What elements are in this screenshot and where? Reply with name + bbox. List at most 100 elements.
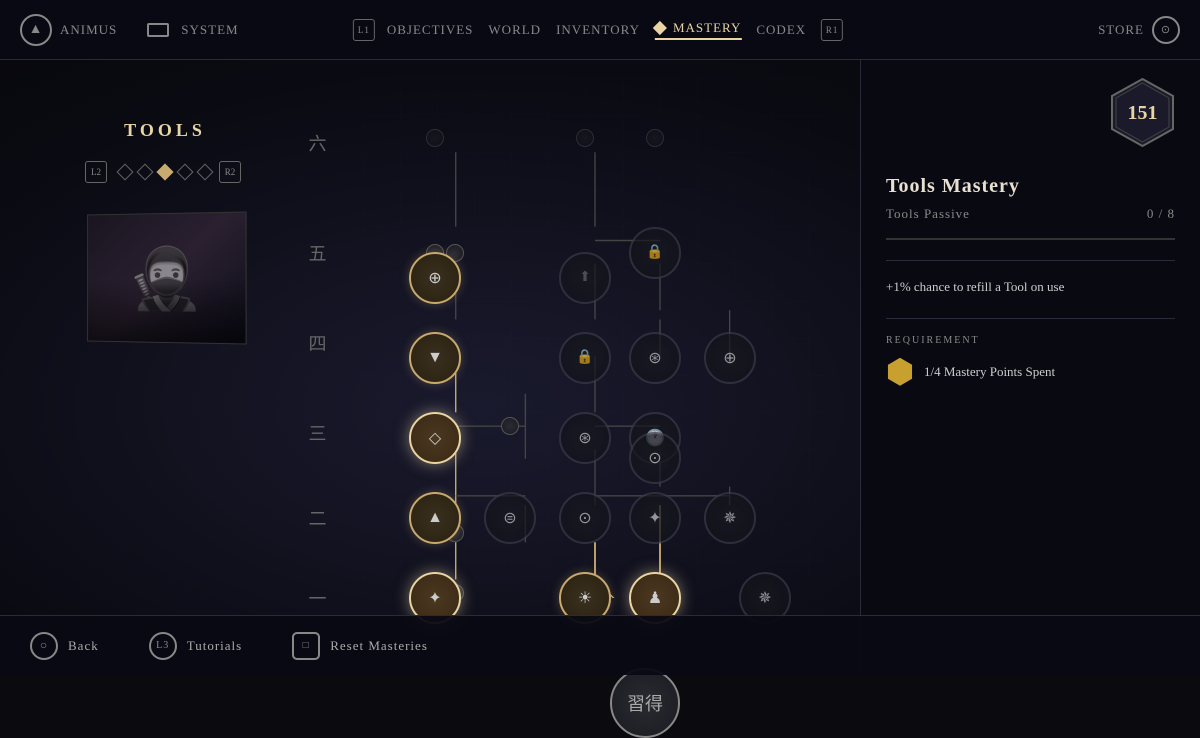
system-label: System (181, 22, 238, 38)
node-4-3[interactable]: ⊛ (629, 332, 681, 384)
l1-indicator: L1 (353, 19, 375, 41)
r1-indicator: R1 (821, 19, 843, 41)
node-3-1a[interactable] (501, 417, 519, 435)
objectives-label: Objectives (387, 22, 474, 38)
inventory-nav-item[interactable]: Inventory (556, 22, 640, 38)
node-5-1[interactable]: ⊕ (409, 252, 461, 304)
row-label-2: 二 (305, 493, 330, 543)
diamond-5[interactable] (197, 164, 214, 181)
node-3-2[interactable]: ⊛ (559, 412, 611, 464)
world-label: World (488, 22, 541, 38)
tutorials-button-icon: L3 (149, 632, 177, 660)
panel-divider-1 (886, 260, 1175, 261)
learn-button[interactable]: 習得 (610, 668, 680, 738)
panel-title: Tools Mastery (886, 175, 1175, 198)
node-2-2-icon: ⊜ (503, 508, 516, 528)
back-button-icon: ○ (30, 632, 58, 660)
tutorials-action[interactable]: L3 Tutorials (149, 632, 242, 660)
node-2-4[interactable]: ✦ (629, 492, 681, 544)
panel-divider-2 (886, 318, 1175, 319)
diamond-1[interactable] (117, 164, 134, 181)
row-label-3: 三 (305, 408, 330, 458)
system-icon (147, 23, 169, 37)
skill-tree-area: 六 五 四 三 二 一 ⊕ ⬆ 🔒 ▼ 🔒 ⊛ ⊕ (330, 60, 860, 615)
node-5-2[interactable]: ⬆ (559, 252, 611, 304)
back-label: Back (68, 638, 99, 654)
node-4-1-icon: ▼ (427, 349, 443, 367)
store-icon: ⊙ (1152, 16, 1180, 44)
l2-indicator: L2 (85, 161, 107, 183)
diamond-3-active[interactable] (157, 164, 174, 181)
panel-description: +1% chance to refill a Tool on use (886, 277, 1175, 298)
node-2-1-icon: ▲ (427, 509, 443, 527)
r2-indicator: R2 (219, 161, 241, 183)
nav-right[interactable]: Store ⊙ (1098, 16, 1180, 44)
character-portrait: 🥷 (87, 211, 246, 344)
progress-bar-container (886, 238, 1175, 240)
requirement-text: 1/4 Mastery Points Spent (924, 364, 1055, 380)
back-action[interactable]: ○ Back (30, 632, 99, 660)
node-2-4-icon: ✦ (648, 508, 661, 528)
animus-nav-item[interactable]: ▲ Animus (20, 14, 117, 46)
node-1-1-icon: ✦ (428, 588, 441, 608)
row-label-5: 五 (305, 228, 330, 278)
node-6-1[interactable] (426, 129, 444, 147)
node-3-2-icon: ⊛ (578, 428, 591, 448)
codex-nav-item[interactable]: Codex (756, 22, 806, 38)
bottom-bar: ○ Back L3 Tutorials □ Reset Masteries (0, 615, 1200, 675)
node-6-3[interactable] (646, 129, 664, 147)
diamond-4[interactable] (177, 164, 194, 181)
inventory-label: Inventory (556, 22, 640, 38)
codex-label: Codex (756, 22, 806, 38)
portrait-overlay (88, 212, 245, 343)
mastery-diamond-icon (653, 20, 667, 34)
node-3-1-icon: ◇ (429, 428, 441, 448)
node-3-4[interactable]: ⊙ (629, 432, 681, 484)
r1-nav-item: R1 (821, 19, 847, 41)
requirement-item: 1/4 Mastery Points Spent (886, 358, 1175, 386)
node-3-4-icon: ⊙ (648, 448, 661, 468)
row-label-6: 六 (305, 118, 330, 168)
mastery-label: Mastery (673, 20, 741, 36)
tools-title: TOOLS (124, 120, 206, 141)
node-4-4-icon: ⊕ (723, 348, 736, 368)
req-hex-icon (886, 358, 914, 386)
reset-button-icon: □ (292, 632, 320, 660)
reset-label: Reset Masteries (330, 638, 428, 654)
node-1-2-icon: ☀ (578, 588, 592, 608)
node-2-5[interactable]: ✵ (704, 492, 756, 544)
progress-display: 0 / 8 (1147, 206, 1175, 222)
animus-label: Animus (60, 22, 117, 38)
node-6-2[interactable] (576, 129, 594, 147)
system-nav-item[interactable]: System (147, 22, 238, 38)
diamond-2[interactable] (137, 164, 154, 181)
node-5-3-lock: 🔒 (646, 244, 663, 261)
world-nav-item[interactable]: World (488, 22, 541, 38)
node-4-1[interactable]: ▼ (409, 332, 461, 384)
section-subtitle-label: Tools Passive (886, 206, 970, 222)
left-panel: TOOLS L2 R2 🥷 (0, 60, 330, 675)
top-navigation: ▲ Animus System L1 Objectives World Inve… (0, 0, 1200, 60)
node-1-4-icon: ✵ (758, 588, 771, 608)
diamond-nav: L2 R2 (85, 161, 245, 183)
node-4-2[interactable]: 🔒 (559, 332, 611, 384)
node-5-2-lock: ⬆ (579, 269, 591, 286)
row-label-4: 四 (305, 318, 330, 368)
node-4-4[interactable]: ⊕ (704, 332, 756, 384)
animus-icon: ▲ (20, 14, 52, 46)
objectives-nav-item[interactable]: L1 Objectives (353, 19, 474, 41)
learn-button-label: 習得 (627, 690, 663, 716)
mastery-nav-item[interactable]: Mastery (655, 20, 741, 40)
node-2-3[interactable]: ⊙ (559, 492, 611, 544)
node-5-3[interactable]: 🔒 (629, 227, 681, 279)
svg-text:151: 151 (1128, 102, 1158, 124)
node-2-2[interactable]: ⊜ (484, 492, 536, 544)
reset-action[interactable]: □ Reset Masteries (292, 632, 428, 660)
node-2-1[interactable]: ▲ (409, 492, 461, 544)
nav-center: L1 Objectives World Inventory Mastery Co… (353, 19, 847, 41)
store-label: Store (1098, 22, 1144, 38)
node-3-1[interactable]: ◇ (409, 412, 461, 464)
right-panel: 151 Tools Mastery Tools Passive 0 / 8 +1… (860, 60, 1200, 675)
node-4-2-lock: 🔒 (576, 349, 593, 366)
node-4-3-icon: ⊛ (648, 348, 661, 368)
